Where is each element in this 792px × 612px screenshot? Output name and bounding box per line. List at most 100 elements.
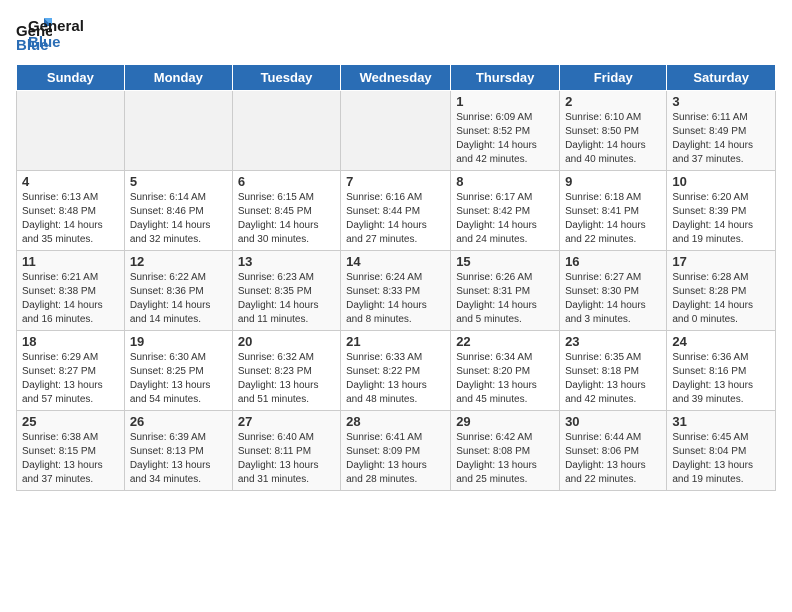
calendar-header-row: SundayMondayTuesdayWednesdayThursdayFrid… — [17, 65, 776, 91]
day-info: Sunrise: 6:23 AM Sunset: 8:35 PM Dayligh… — [238, 271, 335, 327]
day-info: Sunrise: 6:27 AM Sunset: 8:30 PM Dayligh… — [565, 271, 661, 327]
day-info: Sunrise: 6:38 AM Sunset: 8:15 PM Dayligh… — [22, 431, 119, 487]
day-number: 25 — [22, 414, 119, 429]
day-number: 18 — [22, 334, 119, 349]
day-number: 30 — [565, 414, 661, 429]
calendar-table: SundayMondayTuesdayWednesdayThursdayFrid… — [16, 64, 776, 491]
day-number: 16 — [565, 254, 661, 269]
day-number: 23 — [565, 334, 661, 349]
calendar-week-row: 1 Sunrise: 6:09 AM Sunset: 8:52 PM Daylig… — [17, 91, 776, 171]
calendar-cell: 29 Sunrise: 6:42 AM Sunset: 8:08 PM Dayli… — [451, 411, 560, 491]
day-info: Sunrise: 6:10 AM Sunset: 8:50 PM Dayligh… — [565, 111, 661, 167]
calendar-cell: 31 Sunrise: 6:45 AM Sunset: 8:04 PM Dayli… — [667, 411, 776, 491]
day-number: 7 — [346, 174, 445, 189]
day-info: Sunrise: 6:30 AM Sunset: 8:25 PM Dayligh… — [130, 351, 227, 407]
day-number: 22 — [456, 334, 554, 349]
day-info: Sunrise: 6:44 AM Sunset: 8:06 PM Dayligh… — [565, 431, 661, 487]
weekday-header-sunday: Sunday — [17, 65, 125, 91]
calendar-cell: 27Sunrise: 6:40 AM Sunset: 8:11 PM Dayli… — [232, 411, 340, 491]
calendar-cell — [17, 91, 125, 171]
day-info: Sunrise: 6:21 AM Sunset: 8:38 PM Dayligh… — [22, 271, 119, 327]
calendar-cell: 25 Sunrise: 6:38 AM Sunset: 8:15 PM Dayli… — [17, 411, 125, 491]
calendar-week-row: 18 Sunrise: 6:29 AM Sunset: 8:27 PM Dayli… — [17, 331, 776, 411]
weekday-header-tuesday: Tuesday — [232, 65, 340, 91]
calendar-week-row: 4 Sunrise: 6:13 AM Sunset: 8:48 PM Daylig… — [17, 171, 776, 251]
day-number: 31 — [672, 414, 770, 429]
calendar-cell: 14 Sunrise: 6:24 AM Sunset: 8:33 PM Dayli… — [341, 251, 451, 331]
calendar-week-row: 11 Sunrise: 6:21 AM Sunset: 8:38 PM Dayli… — [17, 251, 776, 331]
day-info: Sunrise: 6:15 AM Sunset: 8:45 PM Dayligh… — [238, 191, 335, 247]
calendar-cell: 9 Sunrise: 6:18 AM Sunset: 8:41 PM Daylig… — [560, 171, 667, 251]
calendar-cell: 18 Sunrise: 6:29 AM Sunset: 8:27 PM Dayli… — [17, 331, 125, 411]
day-number: 29 — [456, 414, 554, 429]
calendar-cell: 13Sunrise: 6:23 AM Sunset: 8:35 PM Dayli… — [232, 251, 340, 331]
calendar-cell: 16 Sunrise: 6:27 AM Sunset: 8:30 PM Dayli… — [560, 251, 667, 331]
calendar-cell: 1 Sunrise: 6:09 AM Sunset: 8:52 PM Daylig… — [451, 91, 560, 171]
day-number: 6 — [238, 174, 335, 189]
day-number: 20 — [238, 334, 335, 349]
day-number: 24 — [672, 334, 770, 349]
day-info: Sunrise: 6:16 AM Sunset: 8:44 PM Dayligh… — [346, 191, 445, 247]
day-info: Sunrise: 6:11 AM Sunset: 8:49 PM Dayligh… — [672, 111, 770, 167]
calendar-cell: 3 Sunrise: 6:11 AM Sunset: 8:49 PM Daylig… — [667, 91, 776, 171]
calendar-cell — [232, 91, 340, 171]
day-info: Sunrise: 6:40 AM Sunset: 8:11 PM Dayligh… — [238, 431, 335, 487]
calendar-cell: 12 Sunrise: 6:22 AM Sunset: 8:36 PM Dayli… — [124, 251, 232, 331]
logo-blue: Blue — [28, 35, 84, 52]
calendar-cell: 22 Sunrise: 6:34 AM Sunset: 8:20 PM Dayli… — [451, 331, 560, 411]
day-number: 4 — [22, 174, 119, 189]
calendar-week-row: 25 Sunrise: 6:38 AM Sunset: 8:15 PM Dayli… — [17, 411, 776, 491]
calendar-cell: 11 Sunrise: 6:21 AM Sunset: 8:38 PM Dayli… — [17, 251, 125, 331]
day-number: 9 — [565, 174, 661, 189]
day-number: 17 — [672, 254, 770, 269]
calendar-cell: 4 Sunrise: 6:13 AM Sunset: 8:48 PM Daylig… — [17, 171, 125, 251]
day-info: Sunrise: 6:24 AM Sunset: 8:33 PM Dayligh… — [346, 271, 445, 327]
day-number: 1 — [456, 94, 554, 109]
day-info: Sunrise: 6:36 AM Sunset: 8:16 PM Dayligh… — [672, 351, 770, 407]
weekday-header-wednesday: Wednesday — [341, 65, 451, 91]
calendar-cell: 17Sunrise: 6:28 AM Sunset: 8:28 PM Dayli… — [667, 251, 776, 331]
day-number: 5 — [130, 174, 227, 189]
day-number: 11 — [22, 254, 119, 269]
calendar-cell: 2 Sunrise: 6:10 AM Sunset: 8:50 PM Daylig… — [560, 91, 667, 171]
calendar-cell: 20 Sunrise: 6:32 AM Sunset: 8:23 PM Dayli… — [232, 331, 340, 411]
page-header: General Blue General Blue — [16, 16, 776, 52]
logo-general: General — [28, 19, 84, 36]
calendar-cell — [341, 91, 451, 171]
calendar-cell: 26 Sunrise: 6:39 AM Sunset: 8:13 PM Dayli… — [124, 411, 232, 491]
day-number: 26 — [130, 414, 227, 429]
day-info: Sunrise: 6:45 AM Sunset: 8:04 PM Dayligh… — [672, 431, 770, 487]
day-number: 21 — [346, 334, 445, 349]
weekday-header-friday: Friday — [560, 65, 667, 91]
day-number: 8 — [456, 174, 554, 189]
day-info: Sunrise: 6:09 AM Sunset: 8:52 PM Dayligh… — [456, 111, 554, 167]
day-number: 2 — [565, 94, 661, 109]
day-number: 19 — [130, 334, 227, 349]
day-number: 12 — [130, 254, 227, 269]
calendar-cell: 28 Sunrise: 6:41 AM Sunset: 8:09 PM Dayli… — [341, 411, 451, 491]
day-info: Sunrise: 6:26 AM Sunset: 8:31 PM Dayligh… — [456, 271, 554, 327]
day-info: Sunrise: 6:42 AM Sunset: 8:08 PM Dayligh… — [456, 431, 554, 487]
day-info: Sunrise: 6:18 AM Sunset: 8:41 PM Dayligh… — [565, 191, 661, 247]
day-number: 28 — [346, 414, 445, 429]
day-info: Sunrise: 6:22 AM Sunset: 8:36 PM Dayligh… — [130, 271, 227, 327]
day-info: Sunrise: 6:33 AM Sunset: 8:22 PM Dayligh… — [346, 351, 445, 407]
day-info: Sunrise: 6:39 AM Sunset: 8:13 PM Dayligh… — [130, 431, 227, 487]
day-info: Sunrise: 6:34 AM Sunset: 8:20 PM Dayligh… — [456, 351, 554, 407]
day-info: Sunrise: 6:13 AM Sunset: 8:48 PM Dayligh… — [22, 191, 119, 247]
day-number: 15 — [456, 254, 554, 269]
day-info: Sunrise: 6:29 AM Sunset: 8:27 PM Dayligh… — [22, 351, 119, 407]
day-number: 14 — [346, 254, 445, 269]
day-info: Sunrise: 6:32 AM Sunset: 8:23 PM Dayligh… — [238, 351, 335, 407]
calendar-cell: 6 Sunrise: 6:15 AM Sunset: 8:45 PM Daylig… — [232, 171, 340, 251]
calendar-cell: 5 Sunrise: 6:14 AM Sunset: 8:46 PM Daylig… — [124, 171, 232, 251]
calendar-cell: 7 Sunrise: 6:16 AM Sunset: 8:44 PM Daylig… — [341, 171, 451, 251]
calendar-cell: 21 Sunrise: 6:33 AM Sunset: 8:22 PM Dayli… — [341, 331, 451, 411]
weekday-header-thursday: Thursday — [451, 65, 560, 91]
day-number: 3 — [672, 94, 770, 109]
day-info: Sunrise: 6:14 AM Sunset: 8:46 PM Dayligh… — [130, 191, 227, 247]
calendar-cell — [124, 91, 232, 171]
day-info: Sunrise: 6:35 AM Sunset: 8:18 PM Dayligh… — [565, 351, 661, 407]
day-info: Sunrise: 6:17 AM Sunset: 8:42 PM Dayligh… — [456, 191, 554, 247]
day-info: Sunrise: 6:41 AM Sunset: 8:09 PM Dayligh… — [346, 431, 445, 487]
